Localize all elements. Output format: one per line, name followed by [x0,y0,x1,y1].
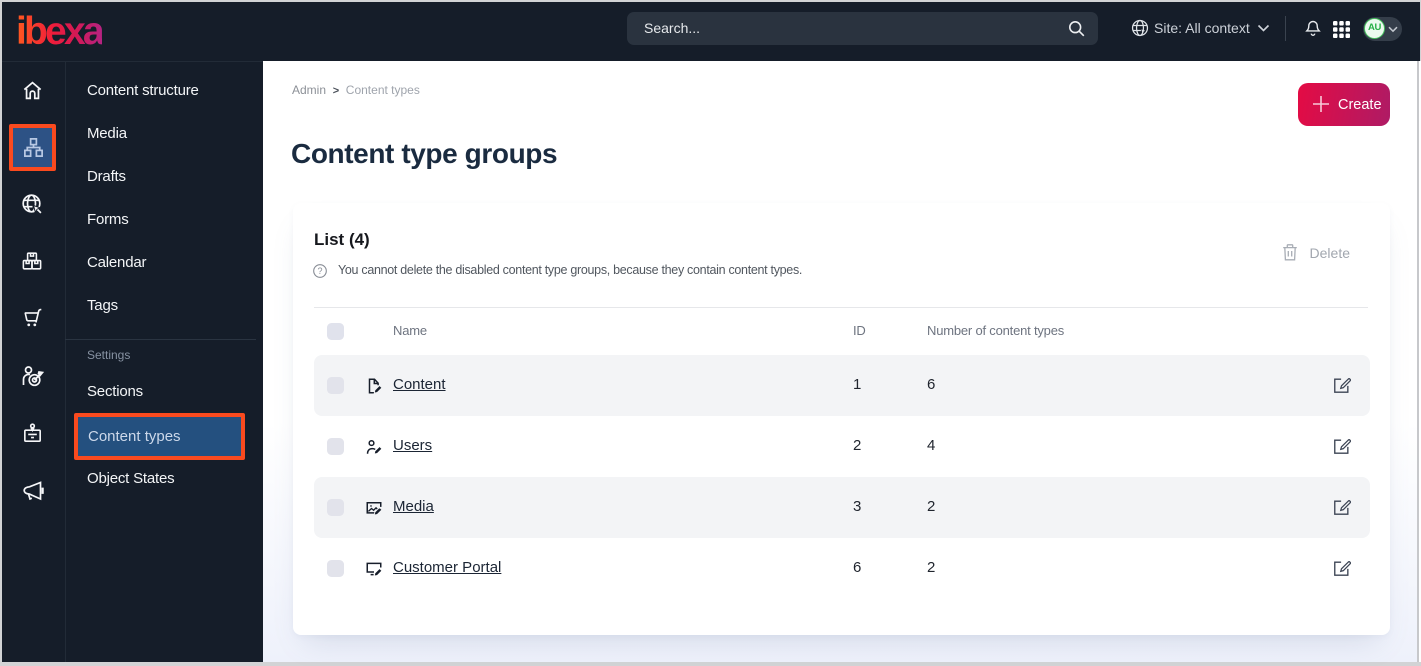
svg-text:?: ? [317,266,322,276]
